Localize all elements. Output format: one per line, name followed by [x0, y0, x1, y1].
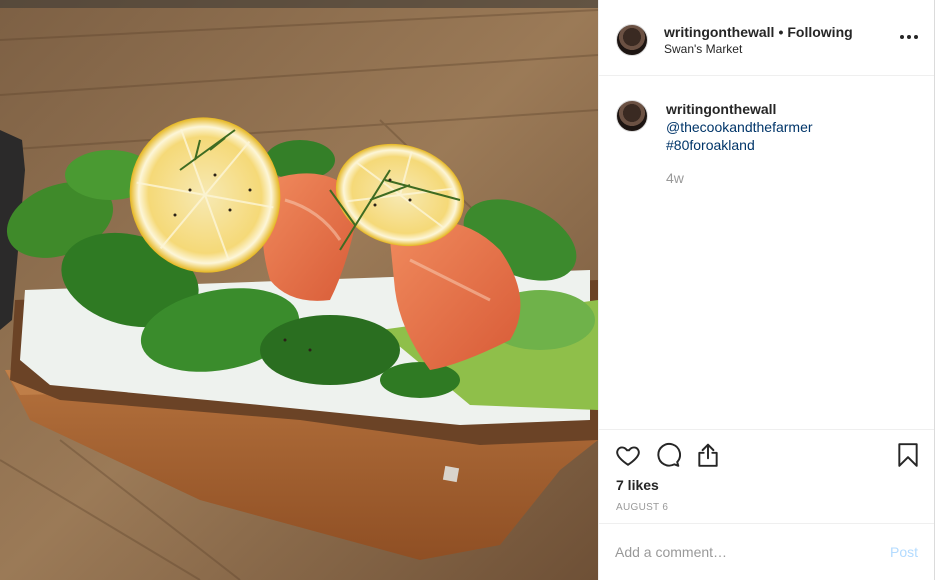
more-dot: [907, 35, 911, 39]
avatar[interactable]: [616, 24, 648, 56]
more-dot: [914, 35, 918, 39]
hashtag-link[interactable]: #80foroakland: [666, 137, 755, 153]
comment-input[interactable]: [615, 542, 870, 562]
separator-dot: •: [778, 24, 784, 40]
heart-icon[interactable]: [615, 442, 641, 468]
post-date[interactable]: AUGUST 6: [616, 502, 668, 513]
header-user-line: writingonthewall • Following: [664, 24, 853, 40]
post-comment-button[interactable]: Post: [890, 544, 918, 560]
caption-timestamp[interactable]: 4w: [666, 170, 684, 186]
post-side-panel: writingonthewall • Following Swan's Market…: [598, 0, 935, 580]
likes-count[interactable]: 7 likes: [616, 477, 659, 493]
comment-bubble-icon[interactable]: [655, 442, 681, 468]
more-dot: [900, 35, 904, 39]
username-link[interactable]: writingonthewall: [664, 24, 774, 40]
post-photo[interactable]: [0, 0, 598, 580]
caption-username-link[interactable]: writingonthewall: [666, 101, 776, 117]
post-header: writingonthewall • Following Swan's Market: [599, 0, 934, 76]
following-button[interactable]: Following: [787, 24, 852, 40]
mention-link[interactable]: @thecookandthefarmer: [666, 119, 813, 135]
more-horizontal-icon[interactable]: [900, 28, 918, 46]
share-icon[interactable]: [695, 442, 721, 468]
bookmark-icon[interactable]: [895, 442, 921, 468]
smoked-salmon-toast-photo: [0, 0, 598, 580]
post-actions: 7 likes AUGUST 6: [599, 429, 934, 524]
comments-area: writingonthewall @thecookandthefarmer #8…: [599, 76, 934, 429]
comment-form: Post: [599, 523, 934, 580]
location-link[interactable]: Swan's Market: [664, 42, 742, 56]
avatar[interactable]: [616, 100, 648, 132]
